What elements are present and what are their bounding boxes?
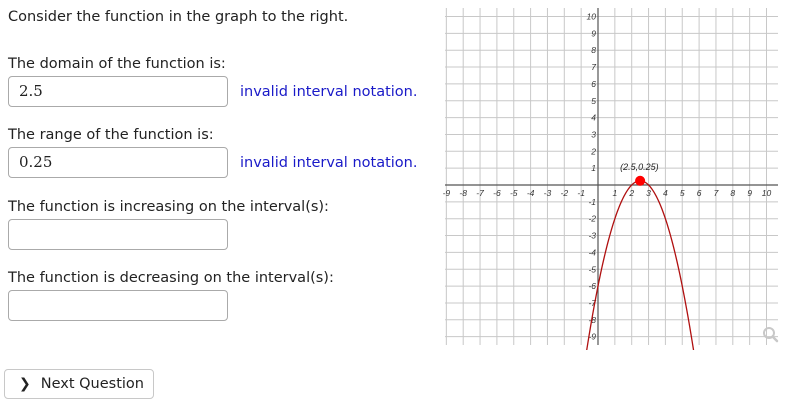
y-tick-label: 10 — [587, 12, 597, 22]
y-tick-label: 7 — [591, 62, 596, 72]
y-tick-label: -6 — [588, 281, 596, 291]
decreasing-label: The function is decreasing on the interv… — [8, 270, 334, 286]
chevron-right-icon: ❯ — [19, 376, 31, 392]
intro-text: Consider the function in the graph to th… — [8, 9, 349, 25]
y-tick-label: -10 — [584, 349, 597, 351]
y-tick-label: 4 — [591, 113, 596, 123]
y-tick-label: 8 — [591, 45, 596, 55]
x-tick-label: -3 — [544, 188, 552, 198]
vertex-point — [635, 175, 646, 186]
y-tick-label: 1 — [591, 163, 596, 173]
x-tick-label: -1 — [577, 188, 585, 198]
magnifier-icon[interactable] — [763, 327, 779, 343]
y-tick-label: 5 — [591, 96, 596, 106]
axes — [445, 8, 778, 345]
range-error: invalid interval notation. — [240, 155, 418, 171]
increasing-label: The function is increasing on the interv… — [8, 199, 329, 215]
x-tick-label: 9 — [747, 188, 752, 198]
x-tick-label: 3 — [646, 188, 651, 198]
next-question-label: Next Question — [40, 376, 144, 392]
vertex-label: (2.5,0.25) — [620, 162, 659, 172]
x-tick-labels: -10-9-8-7-6-5-4-3-2-112345678910 — [443, 188, 772, 198]
x-tick-label: -4 — [527, 188, 535, 198]
parabola-curve — [586, 180, 695, 350]
range-input[interactable]: 0.25 — [8, 147, 228, 178]
x-tick-label: 5 — [680, 188, 685, 198]
y-tick-label: -2 — [588, 214, 596, 224]
x-tick-label: 2 — [628, 188, 634, 198]
next-question-button[interactable]: ❯ Next Question — [4, 369, 154, 399]
domain-input[interactable]: 2.5 — [8, 76, 228, 107]
decreasing-input[interactable] — [8, 290, 228, 321]
y-tick-label: -4 — [588, 247, 596, 257]
x-tick-label: -5 — [510, 188, 518, 198]
y-tick-label: 9 — [591, 28, 596, 38]
x-tick-label: 8 — [730, 188, 735, 198]
x-tick-label: -8 — [459, 188, 467, 198]
y-tick-label: -5 — [588, 264, 596, 274]
y-tick-label: 3 — [591, 129, 596, 139]
x-tick-label: 7 — [714, 188, 719, 198]
x-tick-label: 10 — [762, 188, 772, 198]
y-tick-label: -1 — [588, 197, 596, 207]
x-tick-label: -9 — [443, 188, 451, 198]
y-tick-label: 6 — [591, 79, 596, 89]
increasing-input[interactable] — [8, 219, 228, 250]
x-tick-label: 1 — [612, 188, 617, 198]
x-tick-label: -2 — [561, 188, 569, 198]
x-tick-label: -6 — [493, 188, 501, 198]
domain-label: The domain of the function is: — [8, 56, 226, 72]
x-tick-label: -7 — [476, 188, 484, 198]
grid-lines — [445, 8, 778, 345]
x-tick-label: 4 — [663, 188, 668, 198]
y-tick-label: -3 — [588, 231, 596, 241]
range-label: The range of the function is: — [8, 127, 214, 143]
domain-error: invalid interval notation. — [240, 84, 418, 100]
y-tick-labels: 10987654321-1-2-3-4-5-6-7-8-9-10 — [584, 12, 597, 351]
x-tick-label: 6 — [697, 188, 702, 198]
y-tick-label: 2 — [590, 146, 596, 156]
function-graph: -10 -9 -8 -7 -6 -5 -4 -3 -2 -1 1 2 3 4 5 6 7 8 9 10 10 9 8 7 6 5… — [443, 8, 779, 351]
